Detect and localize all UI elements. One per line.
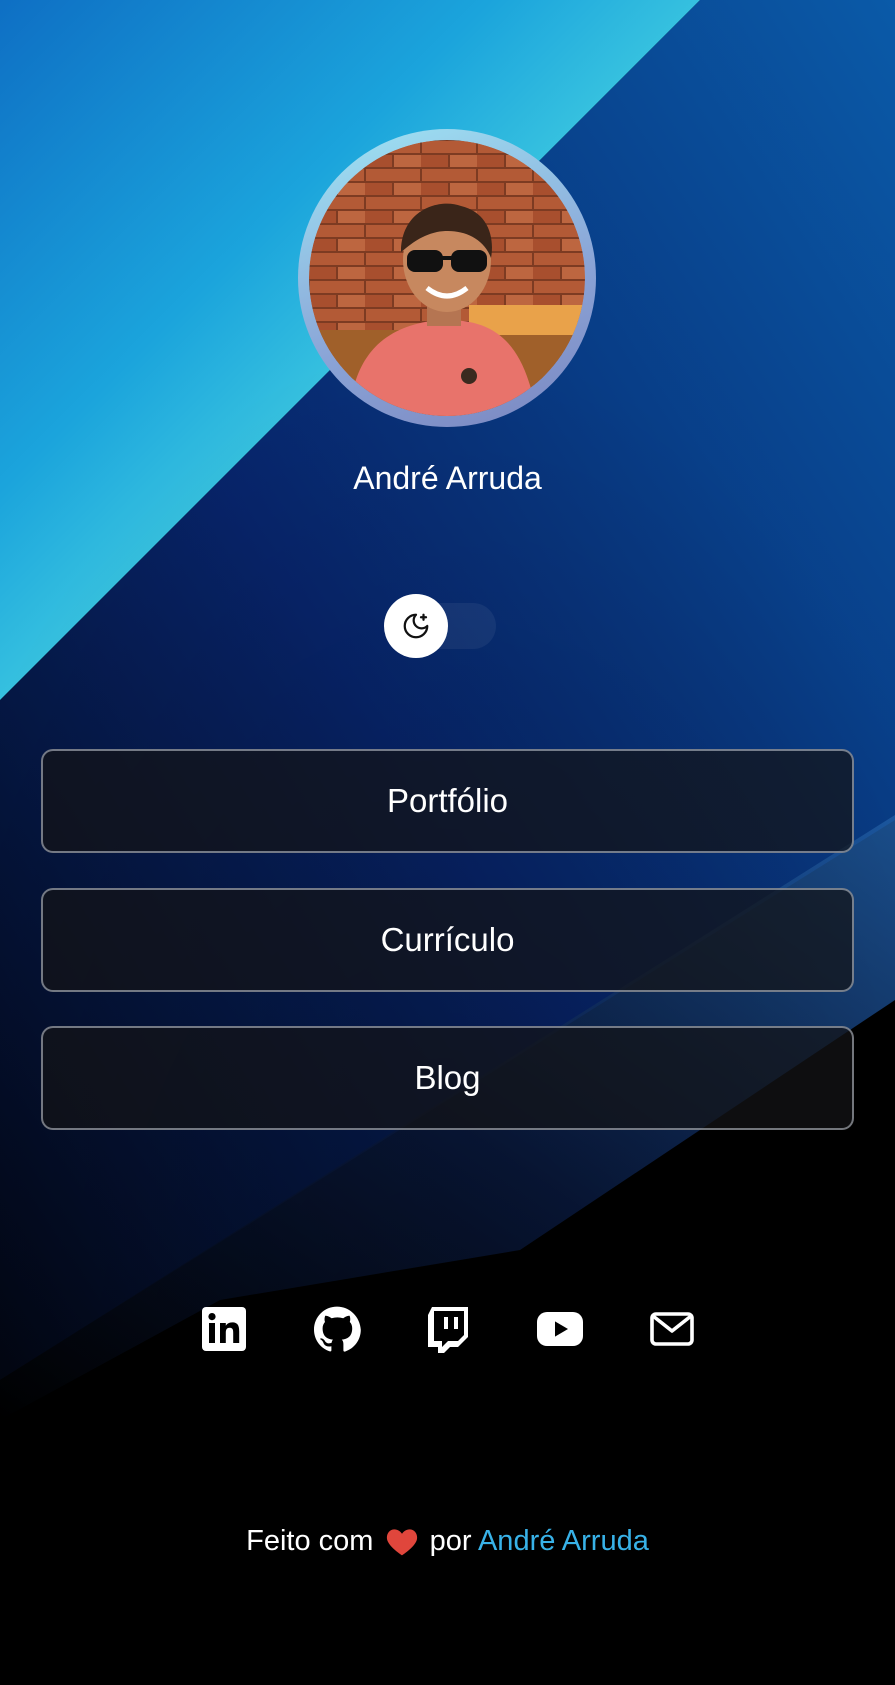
linkedin-icon[interactable]: [200, 1305, 248, 1353]
youtube-icon[interactable]: [536, 1305, 584, 1353]
footer: Feito com por André Arruda: [0, 1521, 895, 1561]
page: André Arruda Portfólio Currículo Blog Fe…: [0, 0, 895, 1685]
footer-author-link[interactable]: André Arruda: [478, 1525, 649, 1557]
avatar-ring: [298, 129, 596, 427]
twitch-icon[interactable]: [424, 1305, 472, 1353]
avatar: [309, 140, 585, 416]
portfolio-button[interactable]: Portfólio: [41, 749, 854, 853]
footer-middle: por: [429, 1525, 472, 1557]
theme-toggle[interactable]: [384, 594, 512, 658]
curriculum-button[interactable]: Currículo: [41, 888, 854, 992]
github-icon[interactable]: [313, 1305, 361, 1353]
mail-icon[interactable]: [648, 1305, 696, 1353]
toggle-knob[interactable]: [384, 594, 448, 658]
social-links: [0, 1305, 895, 1353]
content: André Arruda Portfólio Currículo Blog Fe…: [0, 0, 895, 1685]
blog-button[interactable]: Blog: [41, 1026, 854, 1130]
heart-icon: [386, 1529, 417, 1556]
footer-prefix: Feito com: [246, 1525, 374, 1557]
profile-name: André Arruda: [353, 460, 542, 496]
moon-stars-icon: [403, 613, 429, 639]
